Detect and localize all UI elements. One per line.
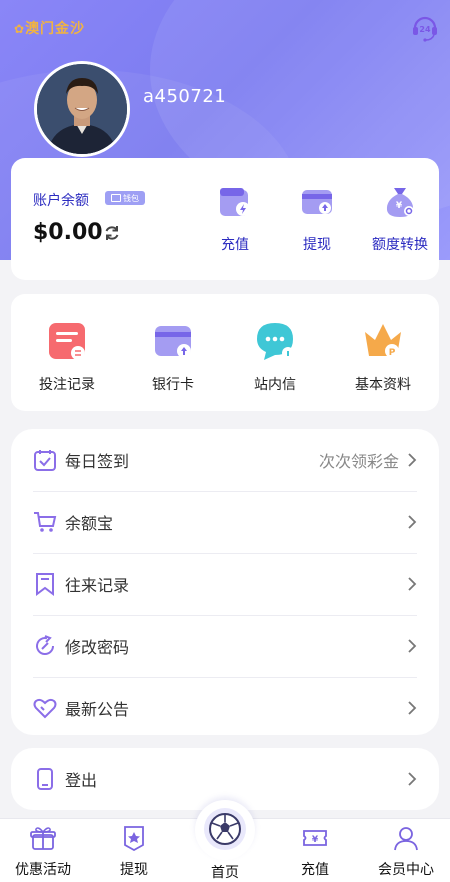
tab-label: 首页 [211,865,239,881]
gift-icon [30,827,56,850]
menu-item-change-password[interactable]: 修改密码 [33,615,417,678]
menu-list: 每日签到 次次领彩金 余额宝 往来记录 修改密码 最新公告 [11,429,439,735]
tab-member-center[interactable]: 会员中心 [366,825,446,879]
soccer-ball-icon [209,813,241,845]
profile-info-button[interactable]: P 基本资料 [338,320,428,394]
menu-item-hint: 次次领彩金 [318,452,399,471]
chevron-right-icon [408,701,417,715]
message-button[interactable]: 站内信 [230,320,320,394]
cart-icon [34,512,57,532]
avatar-portrait [37,64,127,154]
wallet-lightning-icon [220,188,250,216]
money-bag-icon: ¥ [386,188,414,217]
tab-label: 优惠活动 [15,862,71,878]
transfer-label: 额度转换 [372,237,428,253]
balance-card: 账户余额 钱包 $0.00 充值 提现 ¥ 额度转换 [11,158,439,280]
chevron-right-icon [408,577,417,591]
menu-item-label: 往来记录 [65,576,130,595]
card-withdraw-icon [302,190,332,214]
svg-text:24: 24 [419,25,431,34]
bookmark-icon [36,573,54,596]
recharge-label: 充值 [221,237,249,253]
crown-icon: P [365,324,401,358]
calendar-check-icon [34,450,56,471]
menu-item-label: 每日签到 [65,452,130,471]
username: a450721 [143,86,227,107]
menu-item-yuebao[interactable]: 余额宝 [33,491,417,554]
phone-icon [37,768,53,790]
brand-logo: ✿澳门金沙 [14,21,86,37]
quick-links-card: 投注记录 银行卡 站内信 P 基本资料 [11,294,439,411]
tab-recharge[interactable]: ¥ 充值 [275,825,355,879]
user-icon [394,827,418,851]
bank-card-icon [155,326,191,358]
heart-icon [33,698,57,719]
chevron-right-icon [408,639,417,653]
tab-home[interactable] [204,808,246,850]
chevron-right-icon [408,772,417,786]
menu-item-label: 修改密码 [65,638,130,657]
bank-card-label: 银行卡 [152,377,194,393]
logout-label: 登出 [65,771,98,790]
bank-card-button[interactable]: 银行卡 [128,320,218,394]
menu-item-daily-checkin[interactable]: 每日签到 次次领彩金 [33,429,417,492]
menu-item-announcements[interactable]: 最新公告 [33,677,417,739]
tab-withdraw[interactable]: 提现 [94,825,174,879]
withdraw-button[interactable]: 提现 [282,184,352,254]
avatar[interactable] [34,61,130,157]
refresh-icon[interactable] [103,224,121,242]
bet-record-label: 投注记录 [39,377,95,393]
chevron-right-icon [408,515,417,529]
tab-label: 会员中心 [378,862,434,878]
transfer-button[interactable]: ¥ 额度转换 [365,184,435,254]
bet-record-icon [49,323,85,360]
svg-text:¥: ¥ [396,201,403,211]
tab-label: 充值 [301,862,329,878]
withdraw-label: 提现 [303,237,331,253]
balance-amount: $0.00 [33,220,103,245]
profile-info-label: 基本资料 [355,377,411,393]
wallet-icon [111,194,121,202]
tab-promotions[interactable]: 优惠活动 [3,825,83,879]
badge-star-icon [124,826,144,852]
recharge-button[interactable]: 充值 [200,184,270,254]
menu-item-label: 最新公告 [65,700,130,719]
wallet-tag-label: 钱包 [123,193,139,203]
svg-text:¥: ¥ [312,835,319,845]
wallet-tag: 钱包 [105,191,145,205]
menu-item-transactions[interactable]: 往来记录 [33,553,417,616]
message-label: 站内信 [254,377,296,393]
tab-label: 提现 [120,862,148,878]
balance-label: 账户余额 [33,193,89,209]
svg-text:P: P [389,348,396,358]
message-icon [257,323,294,360]
chevron-right-icon [408,453,417,467]
yen-ticket-icon: ¥ [303,830,327,846]
customer-service-icon[interactable]: 24 [410,12,440,42]
refresh-arrow-icon [36,635,55,655]
menu-item-label: 余额宝 [65,514,114,533]
bet-record-button[interactable]: 投注记录 [22,320,112,394]
